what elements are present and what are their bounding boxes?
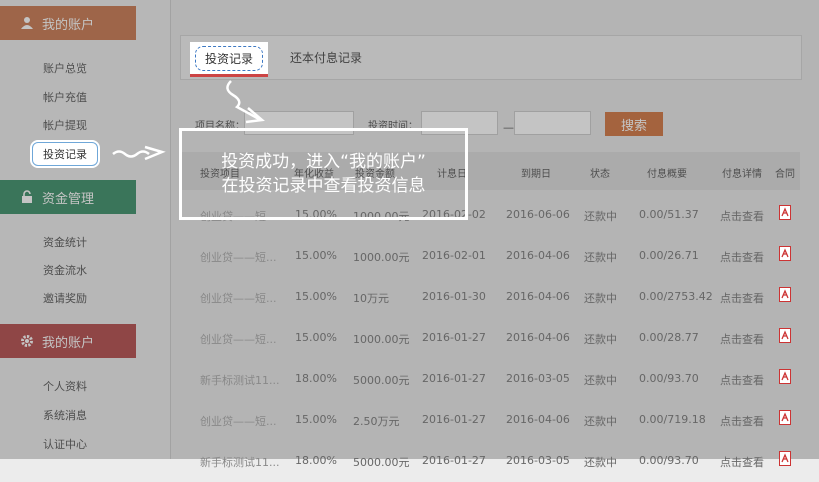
guide-arrows <box>112 80 265 161</box>
callout-line-2: 在投资记录中查看投资信息 <box>221 176 426 196</box>
tutorial-callout: 投资成功，进入“我的账户” 在投资记录中查看投资信息 <box>179 128 468 220</box>
callout-line-1: 投资成功，进入“我的账户” <box>221 152 426 172</box>
